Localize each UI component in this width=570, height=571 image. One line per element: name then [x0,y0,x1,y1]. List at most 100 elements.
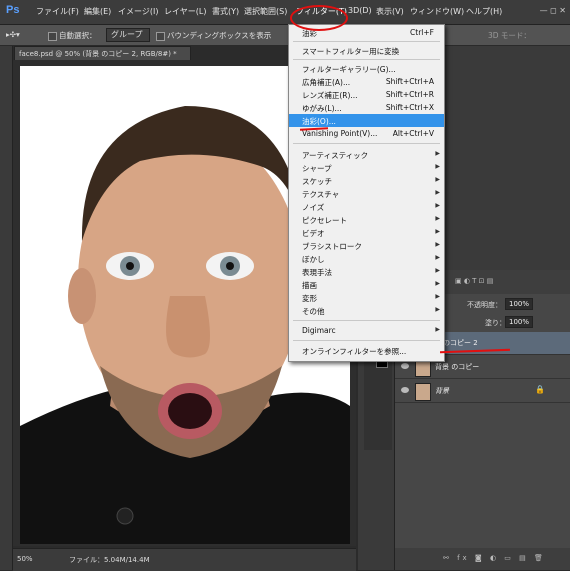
visibility-eye-icon[interactable] [401,387,409,393]
bounding-box-checkbox[interactable] [156,31,165,41]
menu-item-digimarc[interactable]: Digimarc ▶ [289,324,444,337]
menu-item-video[interactable]: ビデオ ▶ [289,226,444,239]
menu-item-label: ピクセレート [302,216,347,225]
submenu-arrow-icon: ▶ [435,293,440,300]
menu-item-label: 表現手法 [302,268,332,277]
menu-edit[interactable]: 編集(E) [84,6,111,17]
menu-item-sketch[interactable]: スケッチ ▶ [289,174,444,187]
document-tab[interactable]: face8.psd @ 50% (背景 のコピー 2, RGB/8#) * [14,46,191,61]
menu-item-label: Digimarc [302,326,336,335]
auto-select-label: 自動選択： [59,31,97,40]
menu-select[interactable]: 選択範囲(S) [244,6,287,17]
menu-item-label: 変形 [302,294,317,303]
visibility-eye-icon[interactable] [401,363,409,369]
menu-item-oil-paint[interactable]: 油彩(O)... [289,114,444,127]
submenu-arrow-icon: ▶ [435,306,440,313]
mode-3d-label: 3D モード： [488,31,531,40]
fill-label: 塗り： [485,319,506,327]
menu-item-label: レンズ補正(R)... [302,91,358,100]
layer-name: 背景 のコピー [435,363,480,371]
menu-item-liquify[interactable]: ゆがみ(L)... Shift+Ctrl+X [289,101,444,114]
menu-file[interactable]: ファイル(F) [36,6,79,17]
menu-item-texture[interactable]: テクスチャ ▶ [289,187,444,200]
layer-thumbnail [415,383,431,401]
menu-item-label: ビデオ [302,229,325,238]
submenu-arrow-icon: ▶ [435,150,440,157]
menu-item-label: オンラインフィルターを参照... [302,347,407,356]
lock-icon: 🔒 [535,385,545,394]
bounding-box-option: バウンディングボックスを表示 [156,30,271,41]
menu-item-blur[interactable]: ぼかし ▶ [289,252,444,265]
submenu-arrow-icon: ▶ [435,163,440,170]
menu-view[interactable]: 表示(V) [376,6,404,17]
menu-separator [293,41,440,42]
auto-select-option: 自動選択： [48,30,97,41]
menu-item-adaptive-wide-angle[interactable]: 広角補正(A)... Shift+Ctrl+A [289,75,444,88]
menu-item-label: 油彩(O)... [302,117,336,126]
zoom-level[interactable]: 50% [17,555,33,563]
menu-item-label: Vanishing Point(V)... [302,129,378,138]
menu-item-other[interactable]: その他 ▶ [289,304,444,317]
menu-image[interactable]: イメージ(I) [118,6,158,17]
menu-separator [293,320,440,321]
menu-item-label: ブラシストローク [302,242,362,251]
menu-type[interactable]: 書式(Y) [212,6,239,17]
menu-item-distort[interactable]: 変形 ▶ [289,291,444,304]
menu-3d[interactable]: 3D(D) [348,6,372,15]
menu-item-noise[interactable]: ノイズ ▶ [289,200,444,213]
tools-panel [0,46,13,570]
layer-row[interactable]: 背景 🔒 [395,380,570,403]
menu-item-artistic[interactable]: アーティスティック ▶ [289,148,444,161]
menu-item-shortcut: Ctrl+F [410,28,434,37]
menu-item-label: スケッチ [302,177,332,186]
submenu-arrow-icon: ▶ [435,228,440,235]
menu-separator [293,59,440,60]
menu-item-stylize[interactable]: 表現手法 ▶ [289,265,444,278]
move-tool-icon[interactable]: ▸✣▾ [6,30,20,39]
layer-actions-icons[interactable]: ⚯ fx ◙ ◐ ▭ ▤ 🗑 [443,554,546,562]
menu-item-lens-correction[interactable]: レンズ補正(R)... Shift+Ctrl+R [289,88,444,101]
submenu-arrow-icon: ▶ [435,254,440,261]
menu-layer[interactable]: レイヤー(L) [164,6,206,17]
photoshop-logo-icon: Ps [6,4,20,16]
layer-filter-icons[interactable]: ▣ ◐ T ⊡ ▤ [455,277,493,285]
menu-window[interactable]: ウィンドウ(W) [410,6,464,17]
menu-item-brush-strokes[interactable]: ブラシストローク ▶ [289,239,444,252]
menu-separator [293,143,440,144]
fill-value[interactable]: 100% [505,316,534,328]
menu-item-label: ぼかし [302,255,325,264]
menu-item-label: アーティスティック [302,151,369,160]
menu-item-browse-filters-online[interactable]: オンラインフィルターを参照... [289,344,444,357]
menu-item-render[interactable]: 描画 ▶ [289,278,444,291]
submenu-arrow-icon: ▶ [435,241,440,248]
menu-item-shortcut: Shift+Ctrl+R [385,90,434,99]
menu-item-filter-gallery[interactable]: フィルターギャラリー(G)... [289,62,444,75]
menu-item-shortcut: Shift+Ctrl+X [385,103,434,112]
submenu-arrow-icon: ▶ [435,189,440,196]
auto-select-checkbox[interactable] [48,31,57,41]
layers-footer: ⚯ fx ◙ ◐ ▭ ▤ 🗑 [395,548,570,570]
menu-item-shortcut: Shift+Ctrl+A [385,77,434,86]
menu-help[interactable]: ヘルプ(H) [466,6,502,17]
submenu-arrow-icon: ▶ [435,215,440,222]
menu-item-label: 描画 [302,281,317,290]
menu-item-pixelate[interactable]: ピクセレート ▶ [289,213,444,226]
menu-item-label: スマートフィルター用に変換 [302,47,400,56]
menu-item-convert-smart-filter[interactable]: スマートフィルター用に変換 [289,44,444,57]
menu-bar: Ps ファイル(F) 編集(E) イメージ(I) レイヤー(L) 書式(Y) 選… [0,0,570,25]
submenu-arrow-icon: ▶ [435,202,440,209]
menu-item-label: フィルターギャラリー(G)... [302,65,396,74]
menu-item-label: 広角補正(A)... [302,78,351,87]
menu-item-label: その他 [302,307,325,316]
menu-item-label: テクスチャ [302,190,340,199]
menu-item-sharpen[interactable]: シャープ ▶ [289,161,444,174]
menu-item-label: ゆがみ(L)... [302,104,342,113]
submenu-arrow-icon: ▶ [435,280,440,287]
opacity-value[interactable]: 100% [505,298,534,310]
annotation-circle [290,5,348,31]
status-bar: 50% ファイル：5.04M/14.4M [13,548,356,571]
auto-select-dropdown[interactable]: グループ [106,28,150,42]
window-controls[interactable]: — ◻ ✕ [540,6,566,15]
file-size-info: ファイル：5.04M/14.4M [69,556,150,564]
opacity-label: 不透明度： [467,301,502,309]
